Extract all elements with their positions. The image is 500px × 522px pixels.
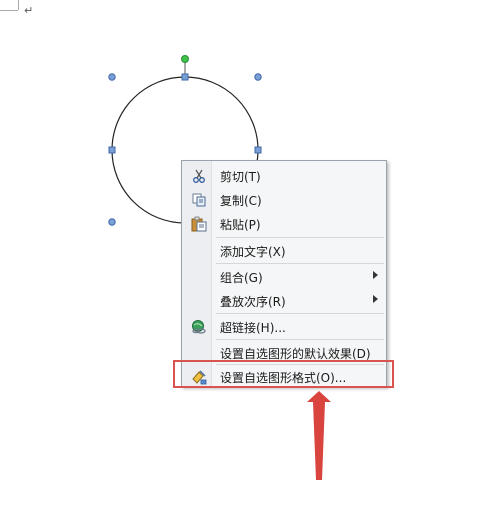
- document-canvas[interactable]: ↵ 剪切(T) 复制(C) 粘贴(P) 添加文字(X) 组合(G) 叠放次序(R…: [0, 0, 500, 522]
- pointer-arrow-layer: [307, 391, 331, 480]
- pointer-arrow-icon: [307, 391, 331, 480]
